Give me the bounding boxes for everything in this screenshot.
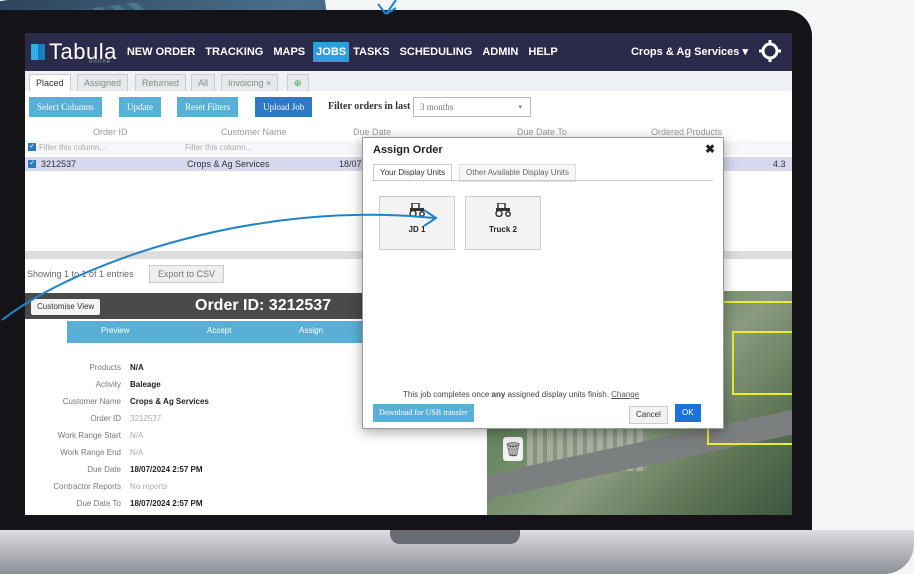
detail-value: N/A bbox=[130, 448, 144, 457]
completion-note: This job completes once any assigned dis… bbox=[403, 390, 639, 399]
row-checkbox[interactable]: ✓ bbox=[28, 160, 36, 168]
modal-title: Assign Order bbox=[373, 144, 443, 156]
display-unit-label: Truck 2 bbox=[488, 225, 517, 234]
completion-note-text: assigned display units finish. bbox=[505, 390, 612, 399]
nav-new-order[interactable]: NEW ORDER bbox=[125, 43, 197, 61]
column-header-ordered-products[interactable]: Ordered Products bbox=[651, 127, 722, 137]
trash-icon[interactable]: 🗑 bbox=[503, 437, 523, 461]
order-details: Products N/A Activity Baleage Customer Name C… bbox=[25, 353, 370, 515]
customise-view-button[interactable]: Customise View bbox=[31, 299, 101, 315]
reset-filters-button[interactable]: Reset Filters bbox=[177, 97, 239, 117]
nav-help[interactable]: HELP bbox=[526, 43, 559, 61]
detail-label: Work Range Start bbox=[57, 431, 121, 440]
cancel-button[interactable]: Cancel bbox=[629, 406, 668, 424]
tab-invoicing[interactable]: Invoicing × bbox=[221, 74, 279, 91]
select-columns-button[interactable]: Select Columns bbox=[29, 97, 102, 117]
assign-button[interactable]: Assign bbox=[299, 326, 323, 335]
export-csv-button[interactable]: Export to CSV bbox=[149, 265, 225, 283]
order-title: Order ID: 3212537 bbox=[195, 297, 332, 314]
customer-filter-input[interactable]: Filter this column... bbox=[185, 143, 252, 153]
order-header-bar: Customise View Order ID: 3212537 bbox=[25, 293, 370, 319]
detail-label: Due Date To bbox=[76, 499, 121, 508]
top-navigation: Tabula online NEW ORDER TRACKING MAPS JO… bbox=[25, 33, 792, 71]
detail-label: Products bbox=[89, 363, 121, 372]
map-field-boundary bbox=[732, 331, 792, 395]
brand-logo[interactable]: Tabula online bbox=[49, 39, 117, 65]
detail-label: Activity bbox=[95, 380, 121, 389]
chevron-down-icon: ▾ bbox=[518, 103, 522, 111]
display-unit-truck2[interactable]: Truck 2 bbox=[465, 196, 541, 250]
nav-tasks[interactable]: TASKS bbox=[351, 43, 391, 61]
detail-value: No reports bbox=[130, 482, 168, 491]
detail-label: Customer Name bbox=[62, 397, 121, 406]
detail-value: N/A bbox=[130, 431, 144, 440]
order-action-bar: Preview Accept Assign bbox=[67, 321, 370, 343]
tab-returned[interactable]: Returned bbox=[135, 74, 187, 91]
detail-value: Crops & Ag Services bbox=[130, 397, 209, 406]
laptop-notch bbox=[390, 530, 520, 544]
laptop-scene: Tabula online NEW ORDER TRACKING MAPS JO… bbox=[0, 0, 914, 574]
nav-scheduling[interactable]: SCHEDULING bbox=[398, 43, 475, 61]
display-unit-label: JD 1 bbox=[408, 225, 426, 234]
row-customer-name: Crops & Ag Services bbox=[187, 159, 270, 169]
order-status-tabs: Placed Assigned Returned All Invoicing ×… bbox=[25, 71, 792, 91]
modal-tab-divider bbox=[373, 180, 713, 181]
filter-period-select[interactable]: 3 months ▾ bbox=[413, 97, 531, 117]
gear-icon[interactable] bbox=[758, 39, 782, 63]
close-icon[interactable]: ✖ bbox=[705, 142, 715, 156]
detail-value: 18/07/2024 2:57 PM bbox=[130, 499, 203, 508]
completion-note-emphasis: any bbox=[491, 390, 506, 399]
tab-placed[interactable]: Placed bbox=[29, 74, 71, 91]
detail-value: 18/07/2024 2:57 PM bbox=[130, 465, 203, 474]
change-completion-link[interactable]: Change bbox=[611, 390, 639, 399]
detail-value: N/A bbox=[130, 363, 144, 372]
select-all-checkbox[interactable]: ✓ bbox=[28, 143, 36, 151]
column-header-due-date-to[interactable]: Due Date To bbox=[517, 127, 567, 137]
nav-admin[interactable]: ADMIN bbox=[480, 43, 520, 61]
nav-tracking[interactable]: TRACKING bbox=[203, 43, 265, 61]
tab-all[interactable]: All bbox=[191, 74, 216, 91]
tractor-icon bbox=[494, 202, 512, 220]
chevron-down-icon: ▾ bbox=[742, 46, 748, 58]
entries-count: Showing 1 to 1 of 1 entries bbox=[27, 269, 134, 279]
detail-label: Contractor Reports bbox=[53, 482, 121, 491]
column-header-due-date[interactable]: Due Date bbox=[353, 127, 391, 137]
ok-button[interactable]: OK bbox=[675, 404, 701, 422]
preview-button[interactable]: Preview bbox=[101, 326, 129, 335]
assign-order-modal: Assign Order ✖ Your Display Units Other … bbox=[362, 137, 724, 429]
column-header-customer-name[interactable]: Customer Name bbox=[221, 127, 287, 137]
completion-note-text: This job completes once bbox=[403, 390, 492, 399]
company-selector[interactable]: Crops & Ag Services ▾ bbox=[631, 45, 748, 58]
row-due-date: 18/07 bbox=[339, 159, 362, 169]
update-button[interactable]: Update bbox=[119, 97, 161, 117]
row-ordered-products: 4.3 bbox=[773, 159, 786, 169]
column-header-order-id[interactable]: Order ID bbox=[93, 127, 128, 137]
detail-value: 3212537 bbox=[130, 414, 162, 423]
company-name: Crops & Ag Services bbox=[630, 46, 740, 58]
nav-jobs[interactable]: JOBS bbox=[313, 42, 350, 62]
tabula-logo-icon bbox=[31, 44, 45, 60]
jobs-toolbar: Select Columns Update Reset Filters Uplo… bbox=[25, 93, 792, 121]
tab-assigned[interactable]: Assigned bbox=[77, 74, 129, 91]
detail-label: Due Date bbox=[87, 465, 121, 474]
order-id-filter-input[interactable]: Filter this column... bbox=[39, 143, 106, 153]
brand-subtitle: online bbox=[89, 59, 112, 65]
filter-period-label: Filter orders in last bbox=[328, 101, 411, 112]
detail-label: Work Range End bbox=[60, 448, 121, 457]
upload-job-button[interactable]: Upload Job bbox=[255, 97, 313, 117]
download-usb-button[interactable]: Download for USB transfer bbox=[373, 404, 474, 422]
row-order-id: 3212537 bbox=[41, 159, 77, 169]
detail-value: Baleage bbox=[130, 380, 161, 389]
nav-maps[interactable]: MAPS bbox=[271, 43, 307, 61]
app-screen: Tabula online NEW ORDER TRACKING MAPS JO… bbox=[25, 33, 792, 515]
tractor-icon bbox=[408, 202, 426, 220]
detail-label: Order ID bbox=[90, 414, 121, 423]
filter-period-value: 3 months bbox=[420, 102, 454, 112]
accept-button[interactable]: Accept bbox=[207, 326, 231, 335]
add-tab-icon[interactable]: ⊕ bbox=[287, 74, 309, 91]
display-unit-jd1[interactable]: JD 1 bbox=[379, 196, 455, 250]
